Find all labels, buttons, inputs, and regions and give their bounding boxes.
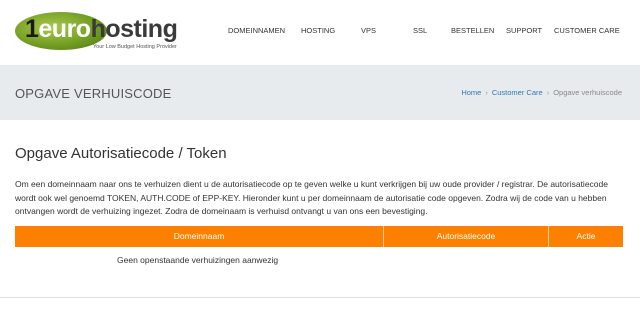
main-nav: DOMEINNAMEN HOSTING VPS SSL BESTELLEN SU… (0, 26, 640, 38)
footer-divider (0, 297, 640, 298)
section-heading: Opgave Autorisatiecode / Token (15, 145, 227, 162)
breadcrumb-current: Opgave verhuiscode (553, 88, 622, 97)
column-header-autorisatiecode: Autorisatiecode (436, 231, 496, 241)
nav-item-customer-care[interactable]: CUSTOMER CARE (554, 26, 620, 35)
nav-item-ssl[interactable]: SSL (413, 26, 427, 35)
nav-item-domeinnamen[interactable]: DOMEINNAMEN (228, 26, 285, 35)
intro-text: Om een domeinnaam naar ons te verhuizen … (15, 179, 608, 216)
breadcrumb-separator-icon: › (546, 88, 550, 97)
nav-item-support[interactable]: SUPPORT (506, 26, 542, 35)
breadcrumb-customer-care[interactable]: Customer Care (492, 88, 543, 97)
page-title: OPGAVE VERHUISCODE (15, 86, 172, 101)
main-content: Opgave Autorisatiecode / Token Om een do… (15, 145, 627, 219)
column-header-actie: Actie (576, 231, 596, 241)
site-header: 1eurohosting Your Low Budget Hosting Pro… (0, 0, 640, 65)
logo-tagline: Your Low Budget Hosting Provider (93, 44, 177, 50)
empty-table-message: Geen openstaande verhuizingen aanwezig (117, 255, 279, 265)
nav-item-vps[interactable]: VPS (361, 26, 376, 35)
nav-item-hosting[interactable]: HOSTING (301, 26, 335, 35)
table-header: Domeinnaam Autorisatiecode Actie (15, 226, 623, 247)
column-header-domeinnaam: Domeinnaam (173, 231, 225, 241)
breadcrumb-home[interactable]: Home (461, 88, 481, 97)
breadcrumb: Home › Customer Care › Opgave verhuiscode (461, 88, 622, 97)
nav-item-bestellen[interactable]: BESTELLEN (451, 26, 494, 35)
breadcrumb-separator-icon: › (485, 88, 488, 97)
page-title-bar: OPGAVE VERHUISCODE Home › Customer Care › Op… (0, 65, 640, 120)
